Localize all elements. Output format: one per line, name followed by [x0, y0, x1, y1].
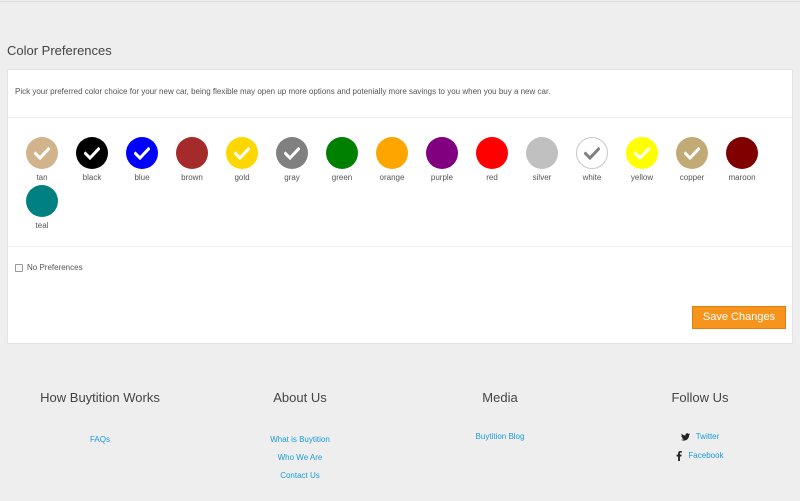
color-circle[interactable]: [476, 137, 508, 169]
color-swatch-purple[interactable]: purple: [417, 137, 467, 182]
color-swatch-teal[interactable]: teal: [17, 185, 67, 230]
check-icon: [26, 137, 58, 169]
card-divider: [8, 246, 792, 247]
color-swatch-gold[interactable]: gold: [217, 137, 267, 182]
check-icon: [226, 137, 258, 169]
color-circle[interactable]: [276, 137, 308, 169]
footer-link-facebook[interactable]: Facebook: [600, 446, 800, 465]
checkbox-box[interactable]: [15, 263, 23, 272]
color-swatch-brown[interactable]: brown: [167, 137, 217, 182]
color-swatch-black[interactable]: black: [67, 137, 117, 182]
color-circle[interactable]: [126, 137, 158, 169]
color-swatch-label: yellow: [630, 173, 654, 182]
color-swatch-maroon[interactable]: maroon: [717, 137, 767, 182]
color-circle[interactable]: [26, 137, 58, 169]
footer-heading: About Us: [273, 390, 327, 405]
no-preferences-label: No Preferences: [27, 263, 83, 272]
color-swatch-yellow[interactable]: yellow: [617, 137, 667, 182]
color-swatch-orange[interactable]: orange: [367, 137, 417, 182]
check-icon: [126, 137, 158, 169]
color-circle[interactable]: [726, 137, 758, 169]
check-icon: [626, 137, 658, 169]
color-circle[interactable]: [626, 137, 658, 169]
footer-heading: Media: [482, 390, 518, 405]
color-swatch-label: white: [582, 173, 602, 182]
footer-link-buytition-blog[interactable]: Buytition Blog: [400, 428, 600, 446]
no-preferences-checkbox[interactable]: No Preferences: [15, 263, 83, 272]
color-swatch-label: gold: [234, 173, 250, 182]
color-swatch-gray[interactable]: gray: [267, 137, 317, 182]
color-circle[interactable]: [226, 137, 258, 169]
color-swatch-label: purple: [430, 173, 454, 182]
color-swatch-label: orange: [379, 173, 405, 182]
color-swatch-label: silver: [532, 173, 552, 182]
color-swatch-label: blue: [134, 173, 150, 182]
color-preferences-card: Pick your preferred color choice for you…: [7, 69, 793, 344]
footer-link-what-is-buytition[interactable]: What is Buytition: [200, 431, 400, 449]
footer-link-twitter[interactable]: Twitter: [600, 427, 800, 446]
color-circle[interactable]: [526, 137, 558, 169]
color-circle[interactable]: [326, 137, 358, 169]
color-swatch-label: black: [82, 173, 102, 182]
top-divider: [0, 0, 800, 2]
color-circle[interactable]: [26, 185, 58, 217]
color-circle[interactable]: [426, 137, 458, 169]
card-divider: [8, 117, 792, 118]
footer-heading: Follow Us: [671, 390, 729, 405]
color-swatch-label: gray: [284, 173, 300, 182]
save-changes-button[interactable]: Save Changes: [692, 306, 786, 329]
footer-about-us: About Us What is Buytition Who We Are Co…: [200, 390, 400, 485]
intro-text: Pick your preferred color choice for you…: [15, 87, 551, 96]
check-icon: [276, 137, 308, 169]
check-icon: [577, 138, 607, 168]
check-icon: [676, 137, 708, 169]
color-swatch-label: copper: [679, 173, 705, 182]
footer-link-faqs[interactable]: FAQs: [0, 431, 200, 449]
color-swatch-white[interactable]: white: [567, 137, 617, 182]
color-swatch-label: green: [331, 173, 353, 182]
footer-heading: How Buytition Works: [40, 390, 160, 405]
facebook-label: Facebook: [688, 451, 724, 460]
color-circle[interactable]: [576, 137, 608, 169]
footer-follow-us: Follow Us Twitter Facebook: [600, 390, 800, 465]
twitter-icon: [680, 432, 690, 441]
section-title: Color Preferences: [7, 43, 112, 58]
footer-link-who-we-are[interactable]: Who We Are: [200, 449, 400, 467]
check-icon: [76, 137, 108, 169]
footer-how-buytition-works: How Buytition Works FAQs: [0, 390, 200, 449]
color-swatch-label: maroon: [728, 173, 756, 182]
footer-link-contact-us[interactable]: Contact Us: [200, 467, 400, 485]
color-circle[interactable]: [676, 137, 708, 169]
color-swatch-silver[interactable]: silver: [517, 137, 567, 182]
color-swatch-green[interactable]: green: [317, 137, 367, 182]
color-swatch-blue[interactable]: blue: [117, 137, 167, 182]
color-swatch-label: teal: [35, 221, 49, 230]
facebook-icon: [677, 450, 683, 461]
color-swatch-label: tan: [36, 173, 48, 182]
color-swatch-label: brown: [181, 173, 203, 182]
color-circle[interactable]: [76, 137, 108, 169]
color-swatch-copper[interactable]: copper: [667, 137, 717, 182]
color-circle[interactable]: [376, 137, 408, 169]
color-swatch-tan[interactable]: tan: [17, 137, 67, 182]
footer-media: Media Buytition Blog: [400, 390, 600, 446]
color-circle[interactable]: [176, 137, 208, 169]
color-swatch-red[interactable]: red: [467, 137, 517, 182]
twitter-label: Twitter: [695, 432, 720, 441]
color-swatch-label: red: [486, 173, 498, 182]
